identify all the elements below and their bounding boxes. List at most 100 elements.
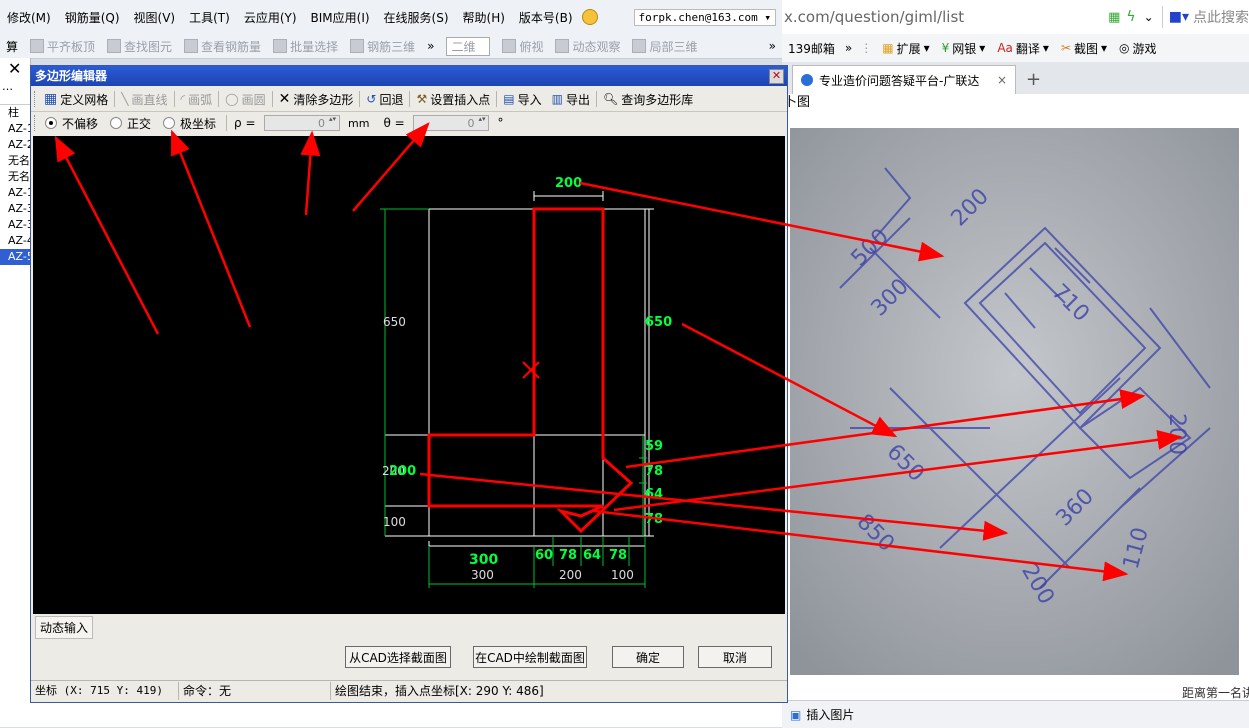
query-library-button[interactable]: 🔍︎ 查询多边形库 [598,91,698,108]
menu-view[interactable]: 视图(V) [127,9,183,26]
chevron-right-icon[interactable]: » [841,41,856,55]
fav-screenshot[interactable]: ✂ 截图 ▾ [1055,40,1113,57]
toolbar-top-view[interactable]: 俯视 [496,38,549,55]
uploaded-photo: 200 500 300 710 650 850 360 200 110 200 [790,128,1239,675]
status-command: 命令：无 [179,682,331,700]
ok-button[interactable]: 确定 [612,646,684,668]
menu-bim[interactable]: BIM应用(I) [304,9,377,26]
menu-tools[interactable]: 工具(T) [182,9,237,26]
chevron-down-icon: ▾ [764,10,771,24]
define-grid-button[interactable]: ▦ 定义网格 [39,91,113,108]
theta-input[interactable]: 0 [413,115,490,131]
drawing-canvas[interactable]: 200 650 650 200 200 100 59 78 64 78 300 … [33,136,785,614]
menu-modify[interactable]: 修改(M) [0,9,58,26]
dialog-options-bar: 不偏移 正交 极坐标 ρ = 0 mm θ = 0 ° [31,112,787,134]
lightning-icon[interactable]: ϟ [1126,9,1135,25]
chevron-right-icon[interactable]: » [763,39,782,53]
toolbar-2d-select[interactable]: 二维 [440,36,496,56]
fav-139mail[interactable]: 139邮箱 [782,40,841,57]
toolbar-batch-select[interactable]: 批量选择 [267,38,344,55]
tree-item[interactable]: AZ-1 [0,121,30,137]
search-engine-icon[interactable]: ■▾ [1169,9,1189,25]
status-coords: 坐标 (X: 715 Y: 419) [31,682,179,700]
mascot-icon [581,9,598,25]
photo-label: 200 [1164,413,1189,455]
rho-unit: mm [348,116,370,130]
browser-tab-active[interactable]: 专业造价问题答疑平台-广联达 × [792,65,1016,94]
scissors-icon: ✂ [1060,41,1071,55]
close-icon[interactable]: ✕ [769,69,784,84]
cancel-button[interactable]: 取消 [698,646,772,668]
export-button[interactable]: ▥ 导出 [547,91,595,108]
dim-left-650: 650 [383,315,406,329]
right-cut-text: 距离第一名讲 [1182,686,1249,700]
radio-icon [110,117,123,129]
dim-right-650: 650 [645,315,672,330]
toolbar-rebar-3d[interactable]: 钢筋三维 [344,38,421,55]
url-field[interactable]: x.com/question/giml/list [782,8,1108,26]
dim-bottom-100: 100 [611,568,634,582]
menu-help[interactable]: 帮助(H) [456,9,512,26]
menu-online-service[interactable]: 在线服务(S) [377,9,456,26]
draw-arc-button[interactable]: ◜ 画弧 [176,91,218,108]
undo-icon: ↺ [366,92,377,106]
dynamic-input-tab[interactable]: 动态输入 [35,616,94,639]
browser-address-bar: x.com/question/giml/list ▦ ϟ ⌄ ■▾ 点此搜索 [782,0,1249,35]
menu-rebar-qty[interactable]: 钢筋量(Q) [58,9,127,26]
tree-item[interactable]: 无名 [0,169,30,185]
dim-left-100: 100 [383,515,406,529]
chevron-right-icon[interactable]: » [421,39,440,53]
set-insert-point-button[interactable]: ⚒ 设置插入点 [411,91,495,108]
insert-image-button[interactable]: 插入图片 [806,706,854,723]
dim-bottom-200: 200 [559,568,582,582]
account-dropdown[interactable]: forpk.chen@163.com ▾ [633,8,776,26]
select-from-cad-button[interactable]: 从CAD选择截面图 [345,646,451,668]
local-3d-icon [632,39,647,53]
polar-radio[interactable]: 极坐标 [163,115,216,132]
polygon-editor-dialog: 多边形编辑器 ✕ ▦ 定义网格 ╲ 画直线 ◜ 画弧 ◯ 画圆 ✕ 清除多边形 ↺ 回退 ⚒… [30,65,788,703]
fav-games[interactable]: ◎ 游戏 [1113,40,1163,57]
import-button[interactable]: ▤ 导入 [498,91,546,108]
tree-item[interactable]: AZ-4 [0,233,30,249]
draw-in-cad-button[interactable]: 在CAD中绘制截面图 [473,646,587,668]
tree-item[interactable]: AZ-3 [0,217,30,233]
fav-translate[interactable]: Aa 翻译 ▾ [991,40,1055,57]
tree-root[interactable]: 柱 [0,105,30,121]
dim-right-64: 64 [645,487,663,502]
undo-button[interactable]: ↺ 回退 [361,91,408,108]
tree-item[interactable]: AZ-2 [0,137,30,153]
tree-item[interactable]: 无名 [0,153,30,169]
close-icon[interactable]: × [997,73,1007,87]
toolbar-rebar-qty[interactable]: 查看钢筋量 [178,38,267,55]
tree-item[interactable]: AZ-1 [0,185,30,201]
draw-circle-button[interactable]: ◯ 画圆 [220,91,270,108]
dim-right-78a: 78 [645,464,663,479]
menu-cloud[interactable]: 云应用(Y) [237,9,304,26]
chevron-down-icon[interactable]: ⌄ [1144,10,1154,24]
toolbar-flat-top[interactable]: 平齐板顶 [24,38,101,55]
toolbar-dynamic-view[interactable]: 动态观察 [549,38,626,55]
fav-extensions[interactable]: ▦ 扩展 ▾ [876,40,935,57]
toolbar-local-3d[interactable]: 局部三维 [626,38,703,55]
clear-polygon-button[interactable]: ✕ 清除多边形 [274,91,359,108]
import-icon: ▤ [503,92,515,106]
x-icon: ✕ [278,91,291,107]
component-tree-panel: ✕ … 柱 AZ-1 AZ-2 无名 无名 AZ-1 AZ-3 AZ-3 AZ-… [0,58,31,727]
orthogonal-radio[interactable]: 正交 [110,115,151,132]
bank-icon: ¥ [941,41,950,55]
tree-item-selected[interactable]: AZ-5 [0,249,30,265]
rho-input[interactable]: 0 [264,115,341,131]
fav-netbank[interactable]: ¥ 网银 ▾ [936,40,992,57]
tree-item[interactable]: AZ-3 [0,201,30,217]
search-input[interactable]: 点此搜索 [1193,7,1249,27]
dim-top-green: 200 [555,176,582,191]
close-icon[interactable]: ✕ [0,58,30,80]
menu-version[interactable]: 版本号(B) [512,9,580,26]
toolbar-find[interactable]: 查找图元 [101,38,178,55]
toolbar-calc[interactable]: 算 [0,38,24,55]
new-tab-button[interactable]: + [1016,69,1051,94]
draw-line-button[interactable]: ╲ 画直线 [116,91,172,108]
radio-icon [45,117,57,129]
qr-icon[interactable]: ▦ [1108,10,1120,25]
no-offset-radio[interactable]: 不偏移 [45,115,98,132]
